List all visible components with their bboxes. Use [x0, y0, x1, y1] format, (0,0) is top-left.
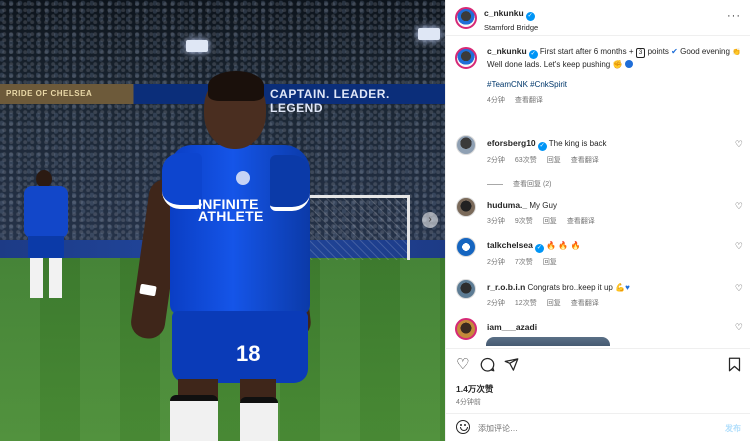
- post-header: c_nkunku ✓ Stamford Bridge ···: [446, 0, 750, 36]
- comments-feed[interactable]: c_nkunku ✓ First start after 6 months + 3…: [446, 37, 750, 346]
- comment-username[interactable]: talkchelsea: [487, 240, 533, 250]
- avatar[interactable]: [456, 279, 476, 299]
- blue-heart-icon: ♥: [625, 283, 630, 292]
- post-comment-button[interactable]: 发布: [725, 423, 741, 434]
- comment-likes[interactable]: 7次赞: [515, 259, 533, 266]
- emoji-icon[interactable]: [456, 420, 470, 434]
- verified-icon: ✓: [534, 244, 544, 253]
- muscle-icon: 💪: [615, 283, 626, 292]
- comment-username[interactable]: eforsberg10: [487, 138, 536, 148]
- reply-button[interactable]: 回复: [543, 259, 557, 266]
- blue-circle-icon: [624, 60, 633, 68]
- post-time: 4分钟前: [456, 399, 481, 406]
- points-badge: 3: [635, 48, 646, 58]
- avatar[interactable]: [455, 47, 477, 69]
- check-icon: ✔: [671, 47, 678, 56]
- heart-icon[interactable]: ♡: [735, 241, 743, 252]
- divider: [487, 183, 503, 185]
- verified-icon: ✓: [525, 12, 535, 21]
- see-translation-link[interactable]: 查看翻译: [571, 157, 599, 164]
- see-translation-link[interactable]: 查看翻译: [571, 300, 599, 307]
- comment-icon[interactable]: [480, 357, 495, 376]
- see-translation-link[interactable]: 查看翻译: [567, 218, 595, 225]
- heart-icon[interactable]: ♡: [735, 139, 743, 150]
- reply-button[interactable]: 回复: [547, 300, 561, 307]
- post-image[interactable]: PRIDE OF CHELSEA CAPTAIN. LEADER. LEGEND…: [0, 0, 445, 441]
- view-replies-link[interactable]: 查看回复 (2): [513, 181, 552, 188]
- shirt-sponsor: INFINITE ATHLETE: [198, 196, 264, 224]
- send-icon[interactable]: [504, 357, 519, 376]
- comment-likes[interactable]: 63次赞: [515, 157, 537, 164]
- reply-button[interactable]: 回复: [547, 157, 561, 164]
- comment-media-preview[interactable]: [486, 337, 610, 346]
- comment-composer: 发布: [446, 413, 750, 441]
- caption-username[interactable]: c_nkunku: [487, 46, 527, 56]
- bookmark-icon[interactable]: [728, 357, 741, 376]
- verified-icon: ✓: [537, 142, 547, 151]
- shirt-number: 18: [236, 341, 261, 366]
- more-horizontal-icon[interactable]: ···: [727, 10, 741, 22]
- avatar[interactable]: [456, 237, 476, 257]
- avatar[interactable]: [456, 135, 476, 155]
- fist-icon: ✊: [612, 60, 623, 69]
- comment-likes[interactable]: 12次赞: [515, 300, 537, 307]
- comment-text: The king is back: [548, 139, 607, 148]
- reply-button[interactable]: 回复: [543, 218, 557, 225]
- comment-username[interactable]: r_r.o.b.i.n: [487, 282, 525, 292]
- post-location[interactable]: Stamford Bridge: [484, 23, 538, 32]
- author-username[interactable]: c_nkunku: [484, 8, 524, 18]
- stand-banner-left: PRIDE OF CHELSEA: [6, 89, 93, 98]
- likes-count[interactable]: 1.4万次赞: [456, 383, 493, 395]
- comment-input[interactable]: [478, 420, 698, 436]
- background-player: [20, 170, 72, 300]
- stadium-light: [186, 40, 208, 52]
- action-bar: ♡ 1.4万次赞 4分钟前: [446, 348, 750, 413]
- comment-text: My Guy: [529, 201, 557, 210]
- chevron-right-icon[interactable]: ›: [422, 212, 438, 228]
- heart-icon[interactable]: ♡: [735, 283, 743, 294]
- heart-icon[interactable]: ♡: [735, 322, 743, 333]
- hashtags[interactable]: #TeamCNK #CnkSpirit: [487, 79, 745, 91]
- stadium-light: [418, 28, 440, 40]
- comment-text: Congrats bro..keep it up: [527, 283, 613, 292]
- fire-icon: 🔥 🔥 🔥: [546, 241, 581, 250]
- see-translation-link[interactable]: 查看翻译: [515, 97, 543, 104]
- caption-text: First start after 6 months +: [539, 47, 636, 56]
- heart-icon[interactable]: ♡: [456, 357, 469, 373]
- club-crest: [236, 171, 250, 185]
- comment-username[interactable]: iam___azadi: [487, 322, 537, 332]
- featured-player: INFINITE ATHLETE 18: [129, 71, 320, 441]
- avatar[interactable]: [456, 197, 476, 217]
- caption-time: 4分钟: [487, 97, 505, 104]
- comment-likes[interactable]: 9次赞: [515, 218, 533, 225]
- heart-icon[interactable]: ♡: [735, 201, 743, 212]
- post-sidebar: c_nkunku ✓ Stamford Bridge ··· c_nkunku ✓ …: [445, 0, 750, 441]
- clap-icon: 👏: [732, 49, 741, 56]
- avatar[interactable]: [455, 318, 477, 340]
- avatar[interactable]: [455, 7, 477, 29]
- verified-icon: ✓: [528, 50, 538, 59]
- comment-username[interactable]: huduma._: [487, 200, 527, 210]
